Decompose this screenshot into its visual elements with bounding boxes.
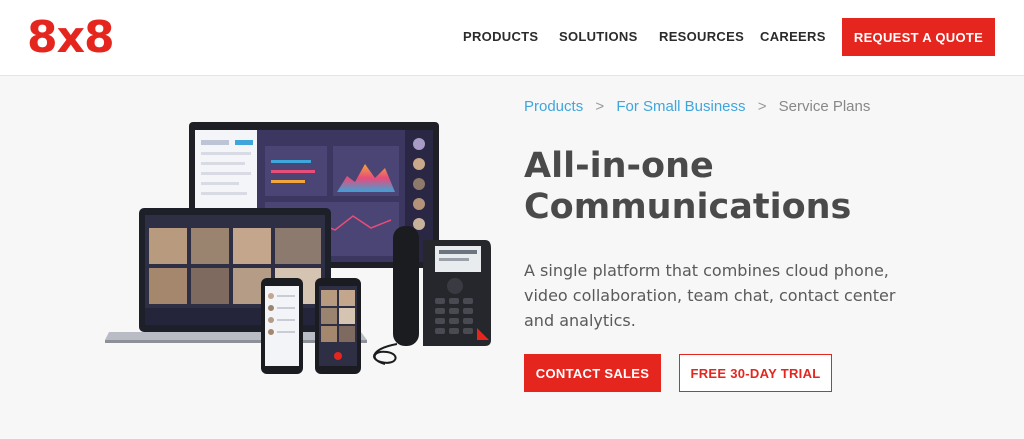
request-quote-button[interactable]: REQUEST A QUOTE	[842, 18, 995, 56]
nav-resources[interactable]: RESOURCES	[659, 28, 744, 46]
free-trial-button[interactable]: FREE 30-DAY TRIAL	[679, 354, 832, 392]
breadcrumb-products[interactable]: Products	[524, 98, 583, 115]
site-header: 8x8 PRODUCTS SOLUTIONS RESOURCES CAREERS…	[0, 0, 1024, 76]
nav-solutions[interactable]: SOLUTIONS	[559, 28, 638, 46]
breadcrumb-small-business[interactable]: For Small Business	[616, 98, 745, 115]
nav-careers[interactable]: CAREERS	[760, 28, 826, 46]
hero-description: A single platform that combines cloud ph…	[524, 261, 896, 330]
breadcrumb: Products > For Small Business > Service …	[524, 98, 870, 116]
title-line-2: Communications	[524, 187, 852, 227]
contact-sales-button[interactable]: CONTACT SALES	[524, 354, 661, 392]
breadcrumb-separator: >	[595, 98, 605, 115]
title-line-1: All-in-one	[524, 146, 714, 186]
devices-illustration	[105, 122, 491, 374]
page-title: All-in-one Communications	[524, 146, 851, 228]
brand-logo[interactable]: 8x8	[27, 14, 115, 62]
breadcrumb-current: Service Plans	[778, 98, 871, 115]
breadcrumb-separator: >	[757, 98, 767, 115]
nav-products[interactable]: PRODUCTS	[463, 28, 538, 46]
